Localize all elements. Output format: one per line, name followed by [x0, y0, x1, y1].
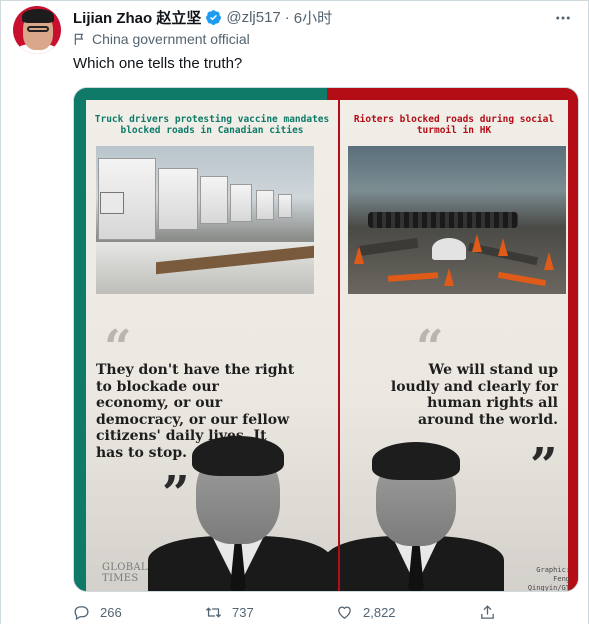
center-divider [338, 100, 340, 591]
tweet-header: Lijian Zhao 赵立坚 @zlj517 · 6小时 [73, 7, 332, 27]
government-label[interactable]: China government official [73, 31, 250, 47]
reply-button[interactable]: 266 [73, 604, 122, 621]
retweet-icon [205, 607, 222, 618]
truck-photo [96, 146, 314, 294]
global-times-logo: GLOBAL TIMES [102, 562, 148, 584]
right-caption: Rioters blocked roads during social turm… [353, 114, 555, 136]
retweet-button[interactable]: 737 [205, 604, 254, 621]
portrait-right [324, 436, 504, 591]
handle[interactable]: @zlj517 [226, 9, 280, 26]
share-button[interactable] [479, 604, 506, 621]
tweet[interactable]: Lijian Zhao 赵立坚 @zlj517 · 6小时 China gove… [0, 0, 589, 624]
image-paper: Truck drivers protesting vaccine mandate… [86, 100, 570, 592]
close-quote-right: ” [530, 438, 558, 494]
reply-count: 266 [100, 605, 122, 620]
action-bar: 266 737 2,822 [73, 604, 579, 624]
verified-badge-icon [206, 9, 222, 25]
display-name[interactable]: Lijian Zhao 赵立坚 [73, 7, 201, 28]
graphic-credit: Graphic: Feng Qingyin/GT [527, 566, 570, 592]
retweet-count: 737 [232, 605, 254, 620]
tweet-image[interactable]: Truck drivers protesting vaccine mandate… [73, 87, 579, 592]
avatar[interactable] [13, 6, 61, 54]
tweet-text: Which one tells the truth? [73, 55, 243, 72]
reply-icon [74, 606, 89, 621]
right-quote: We will stand up loudly and clearly for … [390, 362, 558, 428]
flag-icon [74, 33, 84, 45]
more-horizontal-icon[interactable] [554, 9, 572, 27]
share-icon [481, 605, 494, 619]
like-count: 2,822 [363, 605, 396, 620]
like-button[interactable]: 2,822 [336, 604, 396, 621]
affiliation-text: China government official [92, 31, 250, 47]
portrait-left [148, 432, 338, 591]
heart-icon [338, 606, 351, 619]
separator-dot: · [284, 8, 290, 26]
protest-photo [348, 146, 566, 294]
timestamp[interactable]: 6小时 [294, 7, 332, 28]
left-caption: Truck drivers protesting vaccine mandate… [94, 114, 330, 136]
